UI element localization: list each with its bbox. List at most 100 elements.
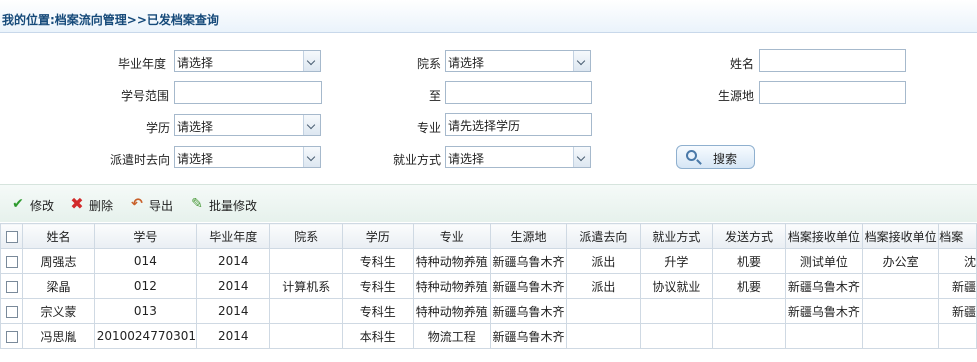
student-id-to-field[interactable] [445,81,592,104]
education-select[interactable]: 请选择 [174,114,321,136]
search-icon [686,150,697,161]
row-checkbox[interactable] [0,248,24,274]
table-cell: 新疆乌鲁木齐 [489,248,568,274]
column-header[interactable]: 档案 [938,223,977,249]
batch-edit-button[interactable]: ✎ 批量修改 [189,196,269,214]
table-cell: 机要 [712,273,786,299]
graduation-year-select[interactable]: 请选择 [174,50,321,72]
column-header[interactable]: 档案接收单位 [861,223,940,249]
search-button[interactable]: 搜索 [676,145,755,169]
table-cell: 派出 [566,273,641,299]
table-cell [861,298,940,324]
table-cell [566,323,641,349]
delete-x-icon: ✖ [70,194,84,213]
export-button[interactable]: ↶ 导出 [129,196,179,214]
row-checkbox[interactable] [0,323,24,349]
table-cell: 014 [93,248,198,274]
table-cell: 梁晶 [22,273,95,299]
column-header[interactable]: 派遣去向 [566,223,641,249]
table-cell: 012 [93,273,198,299]
name-field[interactable] [759,49,906,72]
student-id-to-label: 至 [429,89,442,103]
student-id-from-field[interactable] [174,81,322,104]
toolbar: ✔ 修改 ✖ 删除 ↶ 导出 ✎ 批量修改 [0,184,977,222]
table-cell: 宗义蒙 [22,298,95,324]
table-row[interactable]: 宗义蒙 013 2014 专科生 特种动物养殖 新疆乌鲁木齐 新疆乌鲁木齐 新疆 [0,298,977,324]
table-cell: 测试单位 [784,248,863,274]
education-label: 学历 [146,121,171,135]
chevron-down-icon [303,147,320,167]
table-cell: 本科生 [341,323,414,349]
table-cell: 物流工程 [412,323,491,349]
department-label: 院系 [417,57,442,71]
column-header[interactable]: 发送方式 [712,223,786,249]
table-cell: 新疆乌鲁木齐 [489,298,568,324]
graduation-year-label: 毕业年度 [118,57,167,71]
dispatch-select[interactable]: 请选择 [174,146,321,168]
table-cell: 专科生 [341,273,414,299]
row-checkbox[interactable] [0,298,24,324]
table-header-row: 姓名 学号 毕业年度 院系 学历 专业 生源地 派遣去向 就业方式 发送方式 档… [0,223,977,249]
student-id-range-label: 学号范围 [121,89,170,103]
table-cell: 新疆乌鲁木齐 [784,298,863,324]
chevron-down-icon [573,51,590,71]
delete-button[interactable]: ✖ 删除 [69,196,119,214]
table-cell: 2014 [196,298,271,324]
table-cell [639,298,714,324]
table-cell: 冯思胤 [22,323,95,349]
employment-label: 就业方式 [393,153,442,167]
table-cell: 2010024770301 [93,323,198,349]
column-header[interactable]: 就业方式 [639,223,714,249]
column-header[interactable]: 姓名 [22,223,95,249]
column-header[interactable]: 专业 [412,223,491,249]
employment-select[interactable]: 请选择 [445,146,591,168]
chevron-down-icon [303,51,320,71]
edit-button[interactable]: ✔ 修改 [10,196,60,214]
row-checkbox[interactable] [0,273,24,299]
column-header[interactable]: 毕业年度 [196,223,271,249]
table-cell: 办公室 [861,248,940,274]
table-cell: 升学 [639,248,714,274]
table-row[interactable]: 冯思胤 2010024770301 2014 本科生 物流工程 新疆乌鲁木齐 [0,323,977,349]
table-cell [712,323,786,349]
table-cell: 新疆 [938,273,977,299]
table-cell [861,273,940,299]
origin-label: 生源地 [718,89,755,103]
table-cell [639,323,714,349]
select-all-checkbox[interactable] [0,223,24,249]
table-row[interactable]: 梁晶 012 2014 计算机系 专科生 特种动物养殖 新疆乌鲁木齐 派出 协议… [0,273,977,299]
pencil-icon: ✎ [191,196,203,212]
table-cell: 新疆乌鲁木齐 [784,273,863,299]
table-cell: 2014 [196,273,271,299]
breadcrumb-bar: 我的位置:档案流向管理>>已发档案查询 [0,0,977,33]
column-header[interactable]: 院系 [269,223,343,249]
table-cell: 机要 [712,248,786,274]
table-cell [712,298,786,324]
table-cell: 特种动物养殖 [412,273,491,299]
table-cell: 沈 [938,248,977,274]
table-cell: 2014 [196,323,271,349]
table-cell: 2014 [196,248,271,274]
table-cell: 新疆 [938,298,977,324]
column-header[interactable]: 档案接收单位 [784,223,863,249]
table-cell [784,323,863,349]
department-select[interactable]: 请选择 [445,50,591,72]
major-label: 专业 [417,121,442,135]
table-cell: 专科生 [341,298,414,324]
table-cell: 特种动物养殖 [412,248,491,274]
table-cell: 013 [93,298,198,324]
column-header[interactable]: 学历 [341,223,414,249]
table-cell [938,323,977,349]
breadcrumb: 我的位置:档案流向管理>>已发档案查询 [2,13,219,27]
table-cell: 周强志 [22,248,95,274]
table-cell: 协议就业 [639,273,714,299]
table-row[interactable]: 周强志 014 2014 专科生 特种动物养殖 新疆乌鲁木齐 派出 升学 机要 … [0,248,977,274]
table-cell: 专科生 [341,248,414,274]
table-cell: 派出 [566,248,641,274]
column-header[interactable]: 学号 [93,223,198,249]
table-cell: 新疆乌鲁木齐 [489,273,568,299]
origin-field[interactable] [759,81,906,104]
chevron-down-icon [573,147,590,167]
major-field[interactable]: 请先选择学历 [445,113,592,136]
column-header[interactable]: 生源地 [489,223,568,249]
